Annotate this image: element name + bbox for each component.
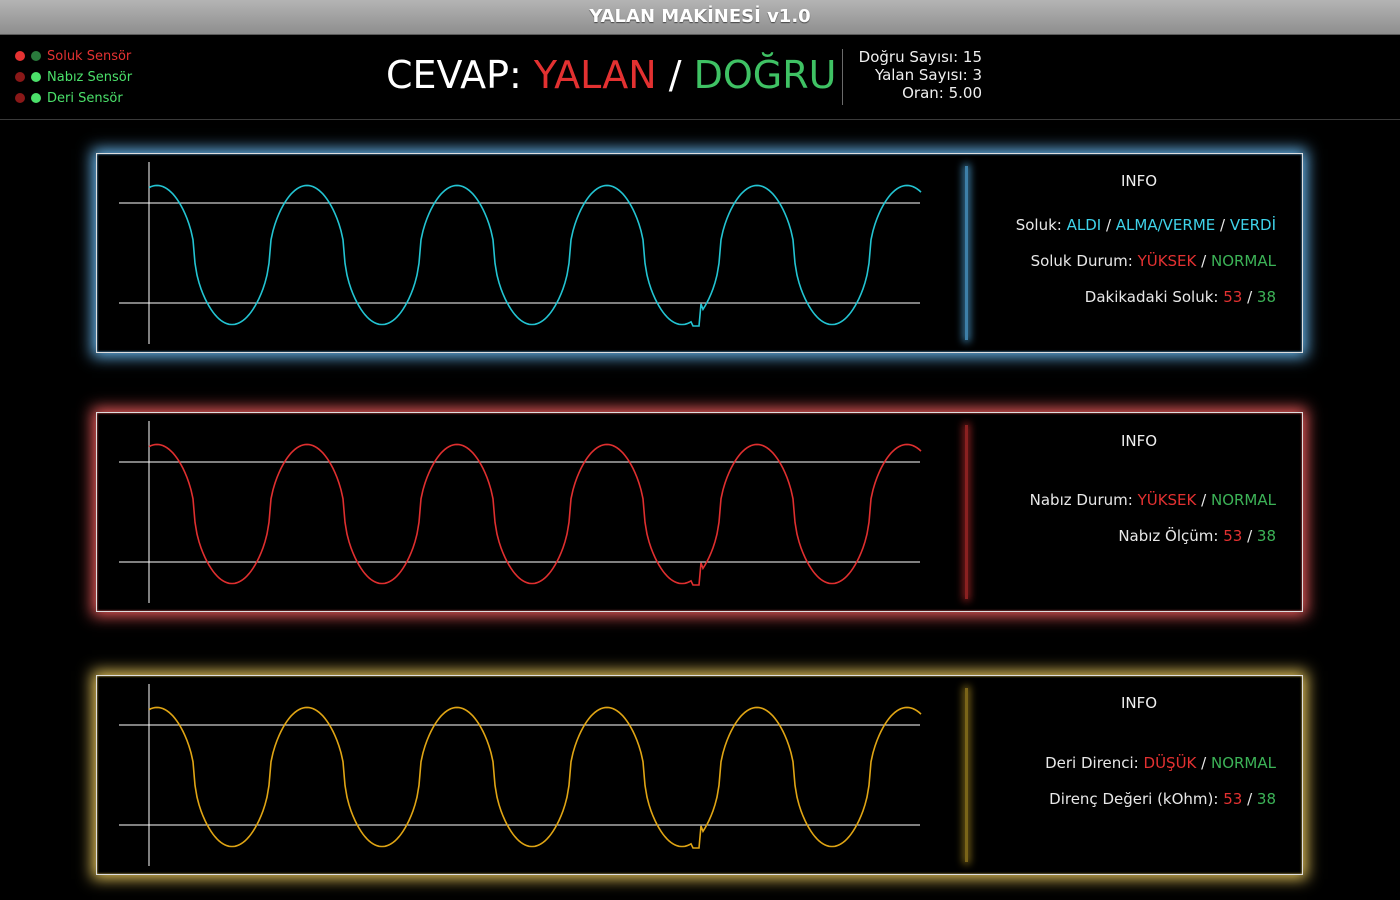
info-text: 38 <box>1256 288 1276 306</box>
info-line: Direnç Değeri (kOhm): 53 / 38 <box>974 790 1276 808</box>
info-text: / <box>1196 491 1211 509</box>
answer-lie: YALAN <box>533 53 657 97</box>
status-led-icon <box>31 51 41 61</box>
header-divider <box>842 49 843 105</box>
info-line: Soluk: ALDI / ALMA/VERME / VERDİ <box>974 216 1276 234</box>
lie-count: Yalan Sayısı: 3 <box>874 66 982 84</box>
info-title: INFO <box>1120 172 1158 190</box>
panel-deri: INFO Deri Direnci: DÜŞÜK / NORMAL Direnç … <box>96 675 1303 875</box>
info-text: 38 <box>1256 527 1276 545</box>
answer-truth: DOĞRU <box>693 53 837 97</box>
truth-count: Doğru Sayısı: 15 <box>858 48 982 66</box>
panel-divider <box>965 425 968 599</box>
sensor-nabiz: Nabız Sensör <box>15 67 132 87</box>
info-line: Soluk Durum: YÜKSEK / NORMAL <box>974 252 1276 270</box>
info-deri: INFO Deri Direnci: DÜŞÜK / NORMAL Direnç … <box>974 676 1304 876</box>
info-text: / <box>1242 527 1257 545</box>
info-title: INFO <box>1120 694 1158 712</box>
sensor-label-deri: Deri Sensör <box>47 90 123 106</box>
waveform-line <box>148 706 922 849</box>
info-text: DÜŞÜK <box>1143 754 1197 772</box>
info-text: / <box>1242 790 1257 808</box>
waveform-line <box>148 443 922 586</box>
status-led-icon <box>15 72 25 82</box>
info-line: Dakikadaki Soluk: 53 / 38 <box>974 288 1276 306</box>
sensor-soluk: Soluk Sensör <box>15 46 131 66</box>
answer-slash: / <box>656 53 694 97</box>
info-text: YÜKSEK <box>1137 491 1197 509</box>
status-led-icon <box>31 93 41 103</box>
info-soluk: INFO Soluk: ALDI / ALMA/VERME / VERDİ Sol… <box>974 154 1304 354</box>
panel-nabiz: INFO Nabız Durum: YÜKSEK / NORMAL Nabız Ö… <box>96 412 1303 612</box>
info-text: NORMAL <box>1210 491 1276 509</box>
info-text: 53 <box>1223 527 1243 545</box>
info-text: 53 <box>1223 790 1243 808</box>
info-title: INFO <box>1120 432 1158 450</box>
info-text: NORMAL <box>1210 754 1276 772</box>
info-text: Nabız Durum: <box>1029 491 1138 509</box>
answer-prefix: CEVAP: <box>386 53 534 97</box>
info-line: Deri Direnci: DÜŞÜK / NORMAL <box>974 754 1276 772</box>
info-text: / <box>1196 754 1211 772</box>
info-text: YÜKSEK <box>1137 252 1197 270</box>
waveform-line <box>148 184 922 327</box>
window-title: YALAN MAKİNESİ v1.0 <box>0 0 1400 35</box>
status-led-icon <box>31 72 41 82</box>
info-text: Deri Direnci: <box>1045 754 1144 772</box>
info-text: ALDI <box>1066 216 1102 234</box>
status-led-icon <box>15 93 25 103</box>
info-text: VERDİ <box>1229 216 1276 234</box>
sensor-label-nabiz: Nabız Sensör <box>47 69 133 85</box>
info-text: NORMAL <box>1210 252 1276 270</box>
panel-divider <box>965 166 968 340</box>
sensor-deri: Deri Sensör <box>15 88 123 108</box>
header-bar: Soluk Sensör Nabız Sensör Deri Sensör CE… <box>0 35 1400 120</box>
info-line: Nabız Ölçüm: 53 / 38 <box>974 527 1276 545</box>
info-text: 38 <box>1256 790 1276 808</box>
status-led-icon <box>15 51 25 61</box>
info-text: ALMA/VERME <box>1115 216 1216 234</box>
info-text: 53 <box>1223 288 1243 306</box>
info-nabiz: INFO Nabız Durum: YÜKSEK / NORMAL Nabız Ö… <box>974 413 1304 613</box>
info-text: Direnç Değeri (kOhm): <box>1049 790 1224 808</box>
answer-display: CEVAP: YALAN / DOĞRU <box>386 53 836 97</box>
panel-soluk: INFO Soluk: ALDI / ALMA/VERME / VERDİ Sol… <box>96 153 1303 353</box>
info-text: Nabız Ölçüm: <box>1118 527 1224 545</box>
info-text: / <box>1101 216 1116 234</box>
info-text: Soluk: <box>1015 216 1067 234</box>
info-text: / <box>1242 288 1257 306</box>
info-text: Soluk Durum: <box>1030 252 1138 270</box>
info-text: / <box>1215 216 1230 234</box>
panel-divider <box>965 688 968 862</box>
info-line: Nabız Durum: YÜKSEK / NORMAL <box>974 491 1276 509</box>
sensor-label-soluk: Soluk Sensör <box>47 48 132 64</box>
info-text: / <box>1196 252 1211 270</box>
ratio: Oran: 5.00 <box>902 84 982 102</box>
info-text: Dakikadaki Soluk: <box>1084 288 1224 306</box>
